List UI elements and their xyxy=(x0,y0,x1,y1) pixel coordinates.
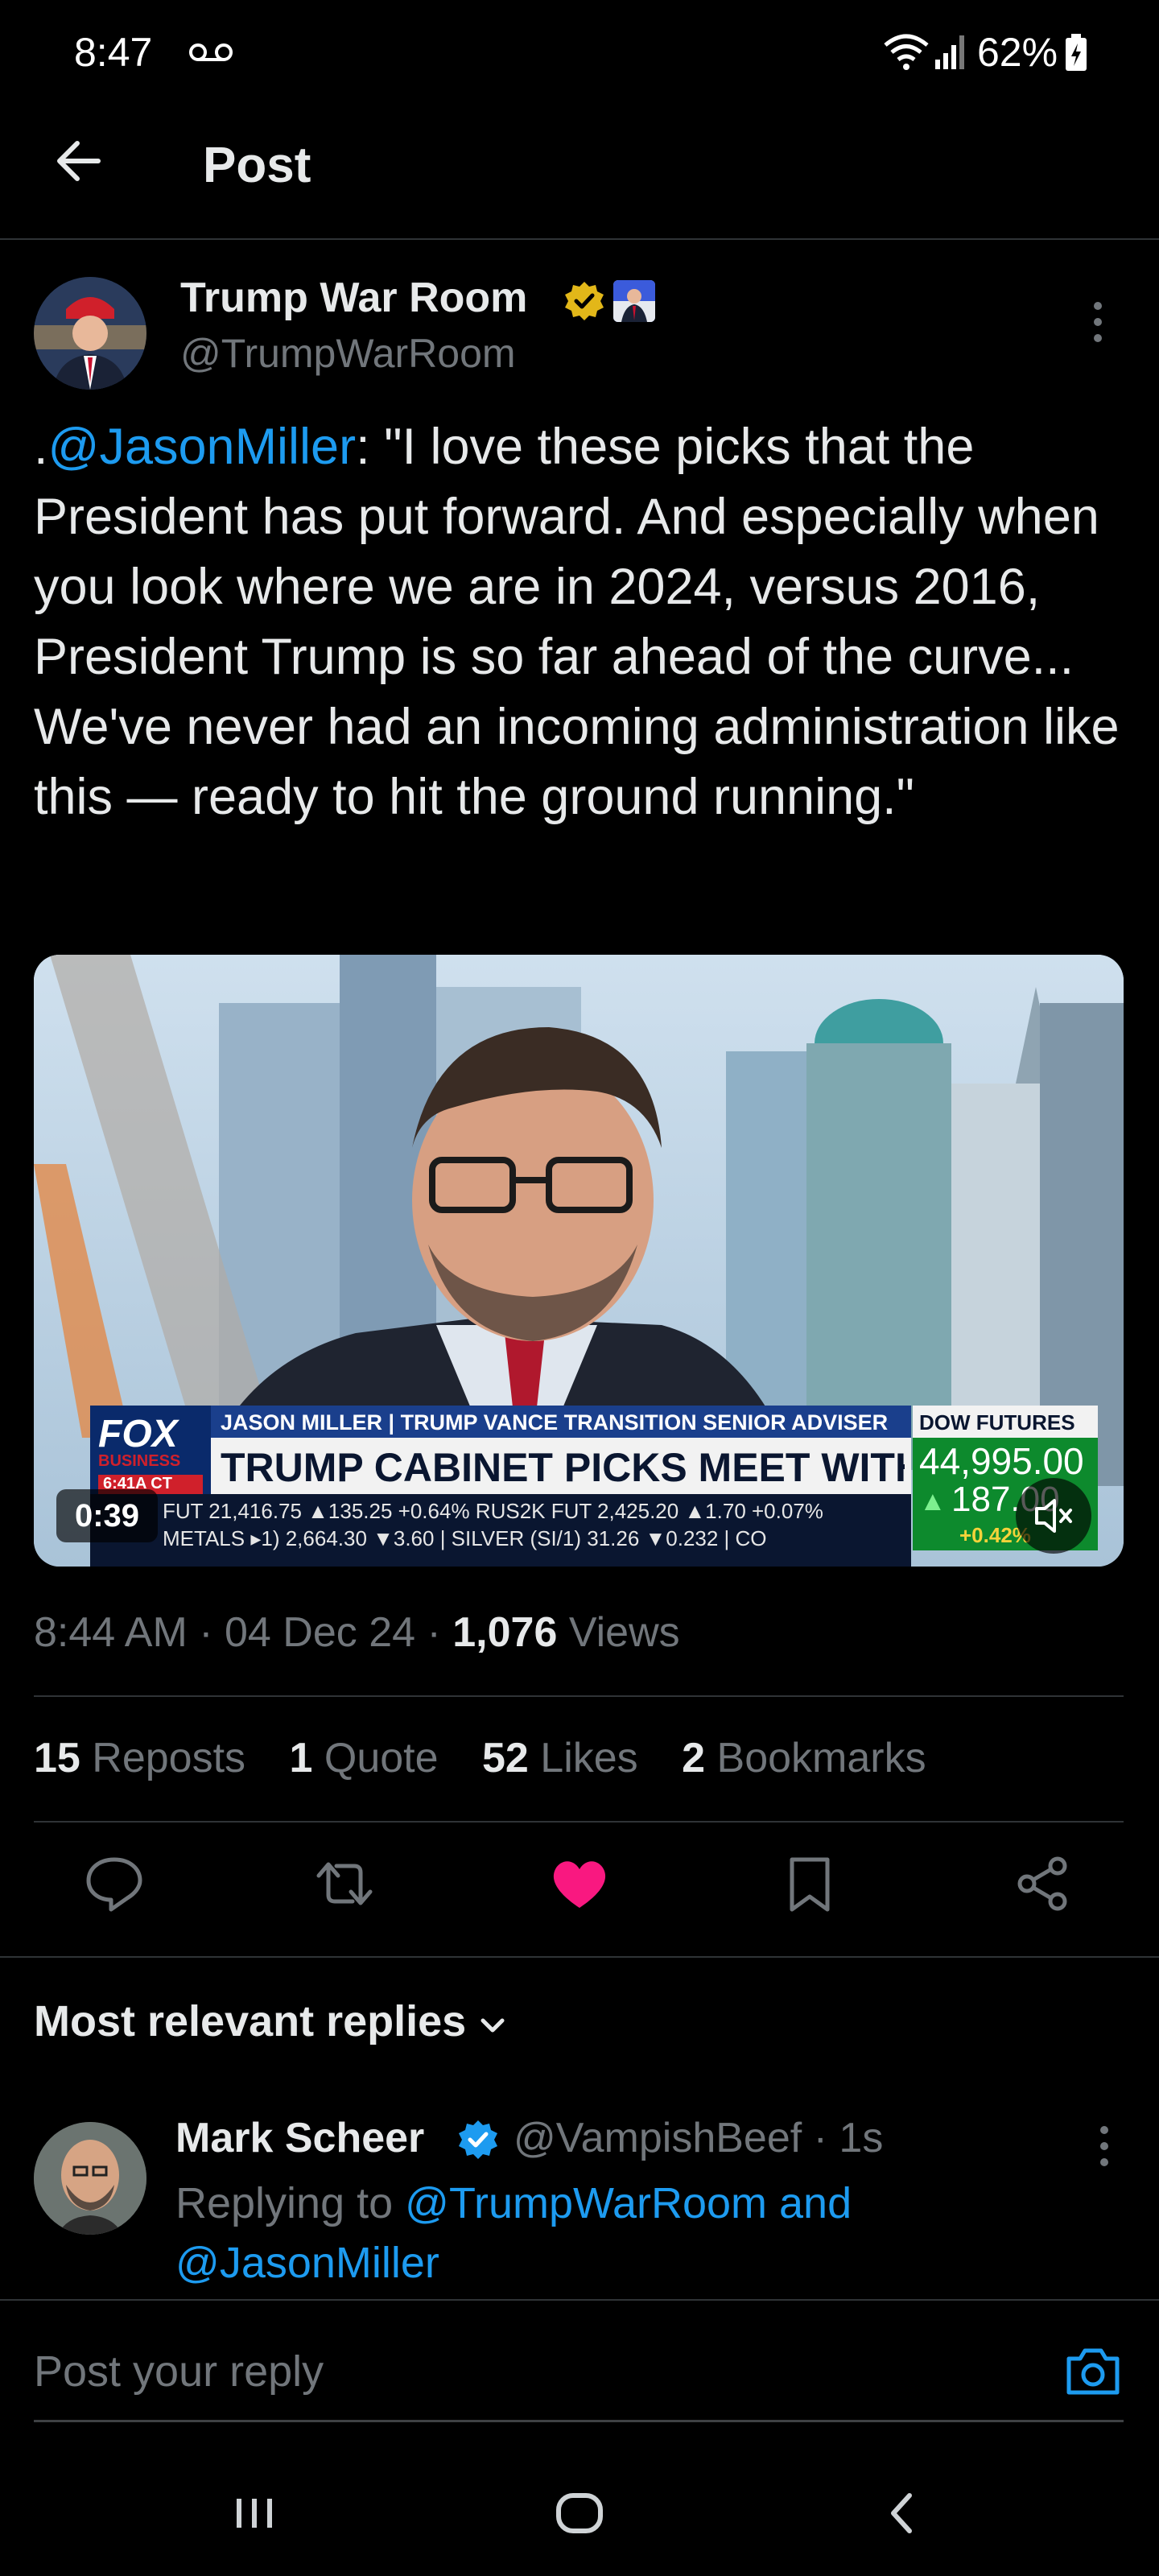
up-arrow-icon: ▲ xyxy=(919,1486,947,1517)
chevron-down-icon[interactable] xyxy=(475,2008,510,2043)
mute-button[interactable] xyxy=(1016,1478,1091,1554)
author-handle[interactable]: @TrumpWarRoom xyxy=(180,330,516,377)
like-icon[interactable] xyxy=(547,1852,612,1916)
camera-icon[interactable] xyxy=(1062,2341,1124,2402)
headline: TRUMP CABINET PICKS MEET WITH SENATORS xyxy=(221,1445,905,1490)
bookmark-icon[interactable] xyxy=(777,1852,842,1916)
battery-icon xyxy=(1066,34,1087,71)
speaker-muted-icon xyxy=(1035,1499,1072,1533)
wifi-icon xyxy=(884,34,929,70)
header-divider xyxy=(0,238,1159,240)
reposts-stat[interactable]: 15 Reposts xyxy=(34,1735,245,1781)
stats-divider xyxy=(34,1821,1124,1823)
quotes-stat[interactable]: 1 Quote xyxy=(290,1735,439,1781)
voicemail-icon xyxy=(189,43,233,61)
replying-to: Replying to @TrumpWarRoom and @JasonMill… xyxy=(175,2174,1109,2293)
ticker-line-1: FUT 21,416.75 ▲135.25 +0.64% RUS2K FUT 2… xyxy=(163,1499,823,1523)
video-player[interactable]: FOX BUSINESS 6:41A CT JASON MILLER | TRU… xyxy=(34,955,1124,1567)
post-text-prefix: . xyxy=(34,419,48,475)
reply-icon[interactable] xyxy=(82,1852,146,1916)
page-title: Post xyxy=(203,138,311,193)
meta-divider xyxy=(34,1695,1124,1697)
more-options-icon[interactable] xyxy=(1095,2122,1114,2170)
reply-author-name[interactable]: Mark Scheer xyxy=(175,2114,424,2162)
network-sub: BUSINESS xyxy=(98,1452,181,1470)
share-icon[interactable] xyxy=(1011,1852,1075,1916)
post-timestamp: 8:44 AM · 04 Dec 24 · xyxy=(34,1609,453,1656)
mention-link[interactable]: @JasonMiller xyxy=(48,419,357,475)
post-text-body: : "I love these picks that the President… xyxy=(34,419,1120,825)
name-line: JASON MILLER | TRUMP VANCE TRANSITION SE… xyxy=(221,1410,889,1435)
author-name[interactable]: Trump War Room xyxy=(180,274,527,322)
back-arrow-icon[interactable] xyxy=(50,132,108,190)
actions-divider xyxy=(0,1956,1159,1958)
likes-stat[interactable]: 52 Likes xyxy=(482,1735,638,1781)
home-icon[interactable] xyxy=(547,2481,612,2545)
composer-underline xyxy=(34,2420,1124,2422)
post-meta: 8:44 AM · 04 Dec 24 · 1,076 Views xyxy=(34,1608,680,1657)
author-avatar[interactable] xyxy=(34,277,146,390)
replies-sort-dropdown[interactable]: Most relevant replies xyxy=(34,1996,466,2046)
battery-percent: 62% xyxy=(977,30,1058,75)
reply-author-handle[interactable]: @VampishBeef · 1s xyxy=(514,2114,883,2162)
bookmarks-stat[interactable]: 2 Bookmarks xyxy=(682,1735,926,1781)
dow-label: DOW FUTURES xyxy=(919,1410,1075,1435)
reply-input[interactable] xyxy=(34,2339,1000,2404)
status-time: 8:47 xyxy=(74,30,153,75)
more-options-icon[interactable] xyxy=(1088,298,1107,346)
signal-icon xyxy=(935,35,964,69)
reply-avatar[interactable] xyxy=(34,2122,146,2235)
post-text: .@JasonMiller: "I love these picks that … xyxy=(34,412,1136,832)
views-count: 1,076 xyxy=(452,1609,558,1656)
replying-prefix: Replying to xyxy=(175,2179,406,2227)
ticker-line-2: METALS ▸1) 2,664.30 ▼3.60 | SILVER (SI/1… xyxy=(163,1526,767,1550)
verified-badge-icon xyxy=(565,282,604,320)
video-duration: 0:39 xyxy=(56,1489,158,1542)
dow-value: 44,995.00 xyxy=(919,1440,1084,1482)
recent-apps-icon[interactable] xyxy=(222,2481,287,2545)
views-label: Views xyxy=(557,1609,680,1656)
stats-row: 15 Reposts 1 Quote 52 Likes 2 Bookmarks xyxy=(34,1734,959,1782)
affiliate-badge-icon xyxy=(613,280,655,322)
back-nav-icon[interactable] xyxy=(871,2481,935,2545)
repost-icon[interactable] xyxy=(312,1852,377,1916)
verified-badge-icon xyxy=(459,2120,497,2159)
